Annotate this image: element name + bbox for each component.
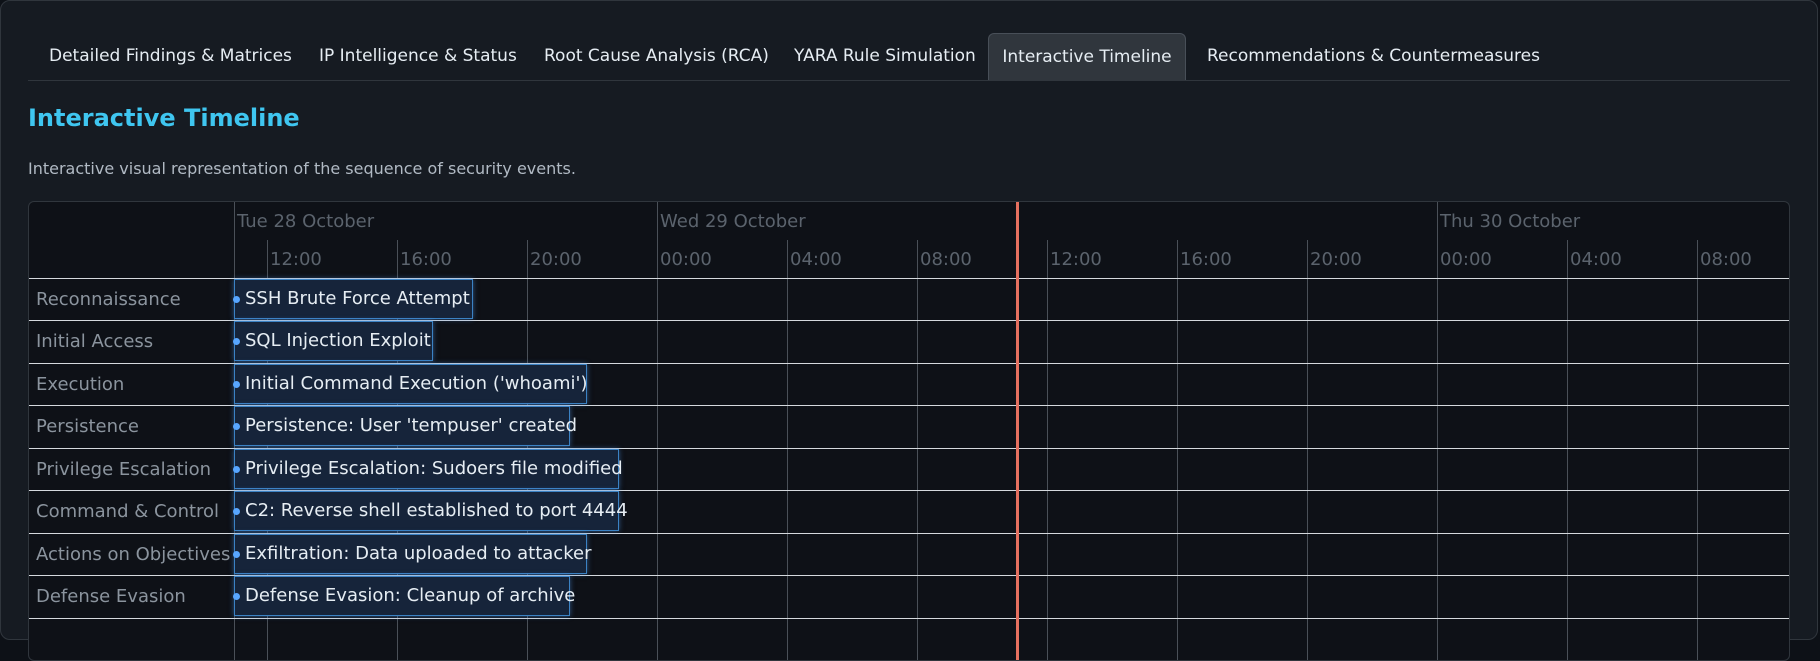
- lane-label-initial-access: Initial Access: [36, 331, 154, 352]
- day-divider: [1437, 202, 1438, 660]
- hour-label: 08:00: [1700, 249, 1752, 270]
- event-label: Exfiltration: Data uploaded to attacker: [245, 543, 592, 564]
- event-c2-reverse-shell[interactable]: C2: Reverse shell established to port 44…: [233, 491, 628, 531]
- report-panel: Detailed Findings & Matrices IP Intellig…: [0, 0, 1818, 661]
- event-label: Privilege Escalation: Sudoers file modif…: [245, 458, 623, 479]
- day-label: Thu 30 October: [1440, 211, 1581, 232]
- lane-label-execution: Execution: [36, 374, 125, 395]
- event-marker-icon: [233, 466, 240, 473]
- hour-label: 20:00: [530, 249, 582, 270]
- event-marker-icon: [233, 551, 240, 558]
- day-divider: [657, 202, 658, 660]
- event-label: Initial Command Execution ('whoami'): [245, 373, 588, 394]
- hour-label: 00:00: [1440, 249, 1492, 270]
- tab-yara-rule-simulation[interactable]: YARA Rule Simulation: [794, 33, 976, 80]
- hour-divider: [1307, 240, 1308, 660]
- event-marker-icon: [233, 593, 240, 600]
- event-marker-icon: [233, 338, 240, 345]
- event-label: Defense Evasion: Cleanup of archive: [245, 585, 576, 606]
- hour-label: 00:00: [660, 249, 712, 270]
- current-time-marker: [1016, 202, 1019, 660]
- event-marker-icon: [233, 508, 240, 515]
- hour-label: 20:00: [1310, 249, 1362, 270]
- hour-divider: [1567, 240, 1568, 660]
- event-persistence-user-created[interactable]: Persistence: User 'tempuser' created: [233, 406, 577, 446]
- lane-label-defense-evasion: Defense Evasion: [36, 586, 186, 607]
- hour-divider: [1177, 240, 1178, 660]
- timeline-chart[interactable]: Tue 28 October Wed 29 October Thu 30 Oct…: [28, 201, 1790, 661]
- event-exfiltration[interactable]: Exfiltration: Data uploaded to attacker: [233, 534, 591, 574]
- lane-divider: [29, 618, 1789, 619]
- lane-label-command-and-control: Command & Control: [36, 501, 220, 522]
- event-label: SQL Injection Exploit: [245, 330, 431, 351]
- tab-detailed-findings[interactable]: Detailed Findings & Matrices: [49, 33, 292, 80]
- event-privilege-escalation[interactable]: Privilege Escalation: Sudoers file modif…: [233, 449, 623, 489]
- day-label: Wed 29 October: [660, 211, 806, 232]
- hour-label: 16:00: [1180, 249, 1232, 270]
- hour-label: 04:00: [1570, 249, 1622, 270]
- event-label: C2: Reverse shell established to port 44…: [245, 500, 628, 521]
- page-title: Interactive Timeline: [28, 104, 300, 132]
- event-label: SSH Brute Force Attempt: [245, 288, 470, 309]
- lane-label-privilege-escalation: Privilege Escalation: [36, 459, 212, 480]
- hour-divider: [787, 240, 788, 660]
- tab-ip-intelligence[interactable]: IP Intelligence & Status: [319, 33, 517, 80]
- page-description: Interactive visual representation of the…: [28, 159, 576, 178]
- event-defense-evasion[interactable]: Defense Evasion: Cleanup of archive: [233, 576, 575, 616]
- lane-label-persistence: Persistence: [36, 416, 139, 437]
- event-marker-icon: [233, 423, 240, 430]
- hour-label: 16:00: [400, 249, 452, 270]
- tab-interactive-timeline[interactable]: Interactive Timeline: [988, 33, 1186, 80]
- tab-bar: Detailed Findings & Matrices IP Intellig…: [28, 33, 1790, 81]
- event-marker-icon: [233, 381, 240, 388]
- hour-label: 12:00: [270, 249, 322, 270]
- lane-label-reconnaissance: Reconnaissance: [36, 289, 181, 310]
- event-sql-injection[interactable]: SQL Injection Exploit: [233, 321, 433, 361]
- event-ssh-brute-force[interactable]: SSH Brute Force Attempt: [233, 279, 473, 319]
- day-label: Tue 28 October: [237, 211, 375, 232]
- hour-divider: [1697, 240, 1698, 660]
- event-marker-icon: [233, 296, 240, 303]
- hour-label: 04:00: [790, 249, 842, 270]
- event-initial-command-execution[interactable]: Initial Command Execution ('whoami'): [233, 364, 588, 404]
- lane-label-actions-on-objectives: Actions on Objectives: [36, 544, 231, 565]
- tab-root-cause-analysis[interactable]: Root Cause Analysis (RCA): [544, 33, 769, 80]
- event-label: Persistence: User 'tempuser' created: [245, 415, 578, 436]
- hour-divider: [1047, 240, 1048, 660]
- hour-label: 08:00: [920, 249, 972, 270]
- hour-label: 12:00: [1050, 249, 1102, 270]
- hour-divider: [917, 240, 918, 660]
- tab-recommendations[interactable]: Recommendations & Countermeasures: [1207, 33, 1540, 80]
